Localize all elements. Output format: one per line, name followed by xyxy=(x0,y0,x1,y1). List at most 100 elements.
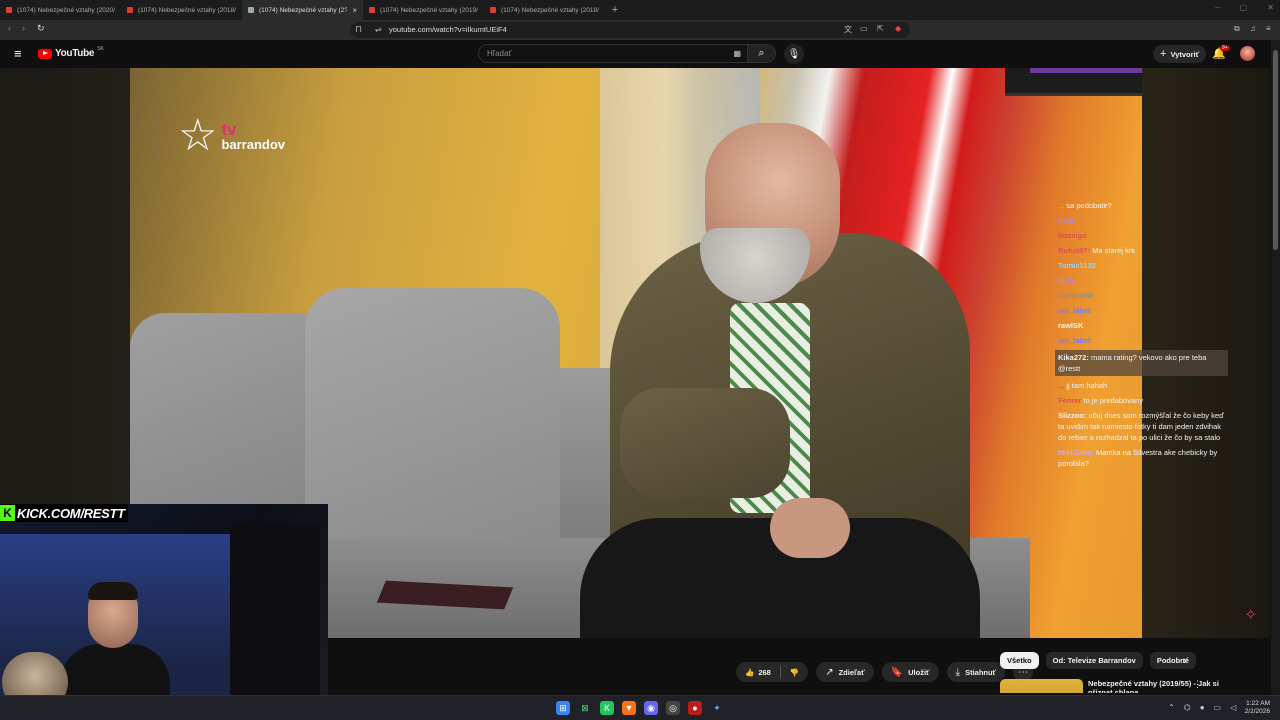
windows-start-icon[interactable]: ⊞ xyxy=(556,701,570,715)
star-logo-icon: ☆ xyxy=(178,111,218,160)
search-button[interactable]: ⌕ xyxy=(748,44,776,63)
kick-banner: K KICK.COM/RESTT xyxy=(0,504,128,522)
media-icon[interactable]: ♫ xyxy=(1250,24,1256,33)
menu-kebab-icon[interactable]: ≡ xyxy=(1266,24,1271,33)
discord-icon[interactable]: ◉ xyxy=(644,701,658,715)
display-icon[interactable]: ▭ xyxy=(1214,703,1222,712)
create-button[interactable]: + Vytvoriť xyxy=(1153,45,1207,63)
maximize-icon[interactable]: ▢ xyxy=(1240,3,1248,12)
kick-app-icon[interactable]: K xyxy=(600,701,614,715)
chat-username: sol_label: xyxy=(1058,306,1093,315)
window-controls: – ▢ ✕ xyxy=(1215,3,1274,12)
app-icon[interactable]: ● xyxy=(688,701,702,715)
share-button[interactable]: ↗ Zdieľať xyxy=(816,662,874,682)
xbox-icon[interactable]: ⊠ xyxy=(578,701,592,715)
extensions-icon[interactable]: ⧉ xyxy=(1234,24,1240,34)
chat-message: Kika272: mama rating? vekovo ako pre teb… xyxy=(1055,350,1228,376)
more-vert-icon[interactable]: ⋮ xyxy=(1193,679,1202,690)
site-info-icon[interactable]: ⇌ xyxy=(375,25,382,34)
browser-tab[interactable]: (1074) Nebezpečné vztahy (2020/1? xyxy=(0,0,121,20)
steam-icon[interactable]: ✦ xyxy=(710,701,724,715)
like-count: 268 xyxy=(758,667,771,677)
menu-icon[interactable]: ≡ xyxy=(14,46,22,61)
logo-tv-text: tv xyxy=(221,120,237,139)
download-button[interactable]: ⤓ Stiahnuť xyxy=(946,662,1006,682)
brave-shield-icon[interactable]: ◆ xyxy=(895,24,901,33)
voice-search-button[interactable]: 🎙 xyxy=(784,44,804,64)
new-tab-button[interactable]: + xyxy=(605,0,625,20)
obs-icon[interactable]: ◎ xyxy=(666,701,680,715)
save-button[interactable]: 🔖 Uložiť xyxy=(881,662,939,682)
recommended-video[interactable]: Nebezpečné vztahy (2019/55) - Jak si při… xyxy=(1000,679,1265,693)
chat-message: MikiGabe: Mamka na Silvestra ake chebick… xyxy=(1058,447,1228,469)
page-scrollbar[interactable] xyxy=(1271,40,1280,695)
recommended-title[interactable]: Nebezpečné vztahy (2019/55) - Jak si při… xyxy=(1088,679,1238,693)
youtube-logo[interactable]: YouTube SK xyxy=(38,45,104,59)
keyboard-icon[interactable]: ▦ xyxy=(733,49,741,58)
brave-icon[interactable]: ▼ xyxy=(622,701,636,715)
chat-message: Slizzoo: učuj dnes som rozmýšľal že čo k… xyxy=(1058,410,1228,443)
logo-brand-text: barrandov xyxy=(221,137,286,152)
clock-date: 2/2/2026 xyxy=(1244,708,1270,715)
translate-icon[interactable]: 文 xyxy=(844,24,852,35)
network-icon[interactable]: ⌬ xyxy=(1184,703,1191,712)
volume-icon[interactable]: ◁ xyxy=(1230,703,1236,712)
streamer-hair xyxy=(88,582,138,600)
bookmark-icon[interactable]: ⊓ xyxy=(355,24,362,35)
chip-channel[interactable]: Od: Televize Barrandov xyxy=(1045,652,1143,669)
windows-taskbar: ⊞ ⊠ K ▼ ◉ ◎ ● ✦ ⌃ ⌬ ● ▭ ◁ 1:22 AM 2/2/20… xyxy=(0,695,1280,720)
tray-chevron-icon[interactable]: ⌃ xyxy=(1168,703,1175,712)
kick-logo-icon: K xyxy=(0,505,15,521)
chip-all[interactable]: Všetko xyxy=(1000,652,1039,669)
tab-title: (1074) Nebezpečné vztahy (2? xyxy=(259,6,348,14)
share-page-icon[interactable]: ⇱ xyxy=(877,24,884,33)
chat-username: bosvigo xyxy=(1058,231,1087,240)
like-icon: 👍 xyxy=(745,667,755,677)
browser-tab[interactable]: (1074) Nebezpečné vztahy (2019/55? xyxy=(363,0,484,20)
browser-tab-active[interactable]: (1074) Nebezpečné vztahy (2? × xyxy=(242,0,363,20)
close-window-icon[interactable]: ✕ xyxy=(1267,3,1274,12)
chat-text: jj tam hahah xyxy=(1066,381,1108,390)
taskbar-apps: ⊞ ⊠ K ▼ ◉ ◎ ● ✦ xyxy=(556,701,724,715)
close-tab-icon[interactable]: × xyxy=(352,6,357,15)
chip-related[interactable]: Podobné xyxy=(1149,652,1196,669)
system-tray: ⌃ ⌬ ● ▭ ◁ xyxy=(1168,703,1236,712)
chat-username: sol_label: xyxy=(1058,336,1093,345)
recommended-thumbnail[interactable] xyxy=(1000,679,1083,693)
forward-icon[interactable]: › xyxy=(22,23,25,33)
minimize-icon[interactable]: – xyxy=(1215,3,1219,12)
country-code: SK xyxy=(97,45,104,52)
plus-icon: + xyxy=(1160,48,1167,60)
avatar[interactable] xyxy=(1240,46,1255,61)
back-icon[interactable]: ‹ xyxy=(8,23,11,33)
presenter-hands xyxy=(770,498,850,558)
download-label: Stiahnuť xyxy=(965,667,997,677)
chat-username: Rufus97: xyxy=(1058,246,1091,255)
chat-message: heXn xyxy=(1058,215,1228,226)
search-input[interactable]: Hľadať ▦ xyxy=(478,44,748,63)
mic-tray-icon[interactable]: ● xyxy=(1200,703,1205,712)
like-button[interactable]: 👍 268 xyxy=(736,662,780,682)
scrollbar-thumb[interactable] xyxy=(1273,50,1278,250)
browser-tab[interactable]: (1074) Nebezpečné vztahy (2018/4I? xyxy=(121,0,242,20)
studio-monitor xyxy=(1005,68,1142,96)
youtube-favicon-icon xyxy=(490,7,496,13)
url-text[interactable]: youtube.com/watch?v=iIkumtUEiF4 xyxy=(389,25,507,34)
channel-watermark-icon: ✧ xyxy=(1244,607,1258,624)
taskbar-clock[interactable]: 1:22 AM 2/2/2026 xyxy=(1240,700,1270,716)
address-bar[interactable]: ⊓ ⇌ youtube.com/watch?v=iIkumtUEiF4 文 ▭ … xyxy=(350,22,910,38)
download-icon: ⤓ xyxy=(955,666,961,678)
browser-tab[interactable]: (1074) Nebezpečné vztahy (2018/47? xyxy=(484,0,605,20)
chevron-right-icon[interactable]: › xyxy=(1183,655,1187,667)
save-icon: 🔖 xyxy=(890,666,904,678)
browser-tab-strip: (1074) Nebezpečné vztahy (2020/1? (1074)… xyxy=(0,0,1280,20)
chat-username: ... xyxy=(1058,381,1065,390)
youtube-favicon-icon xyxy=(369,7,375,13)
reload-icon[interactable]: ↻ xyxy=(37,23,45,34)
chat-username: heXn xyxy=(1058,276,1077,285)
chat-message: sol_label: xyxy=(1058,305,1228,316)
cast-icon[interactable]: ▭ xyxy=(860,24,868,33)
chat-message: sol_label: xyxy=(1058,335,1228,346)
dislike-button[interactable]: 👎 xyxy=(781,662,808,682)
chat-message: Tomix1132 xyxy=(1058,260,1228,271)
